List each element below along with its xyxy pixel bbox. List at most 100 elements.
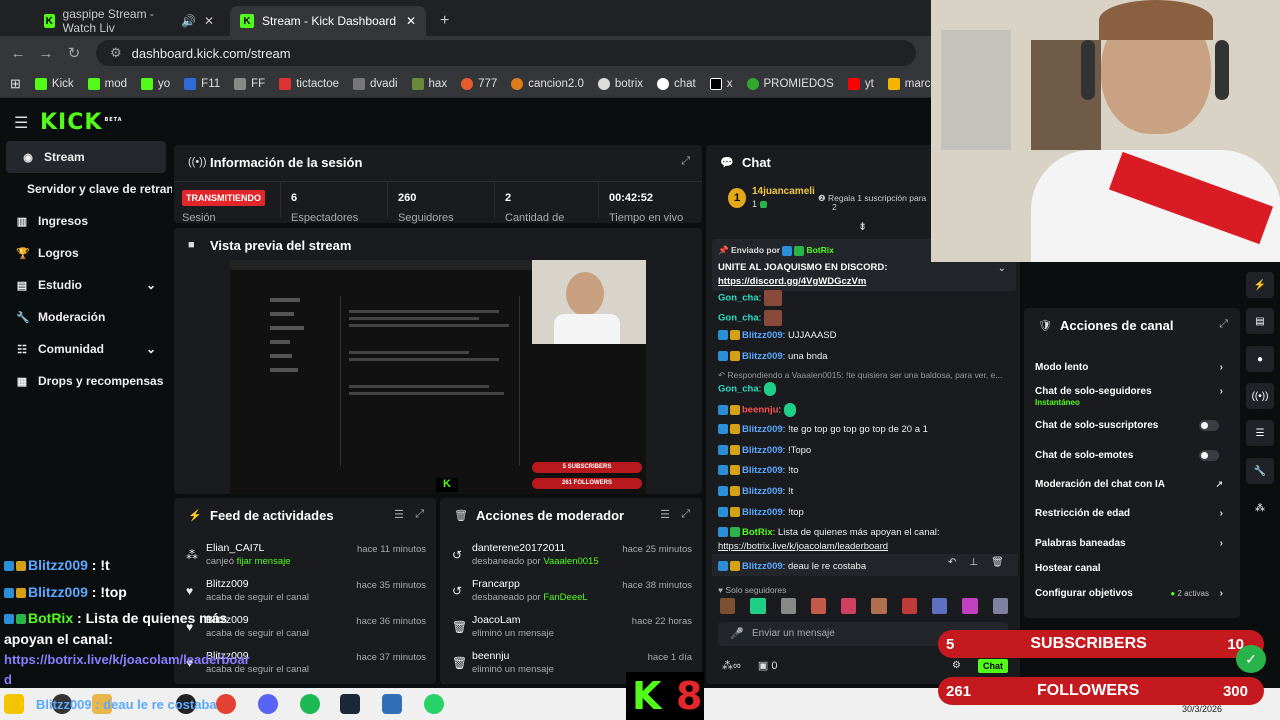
emote-button[interactable] (720, 598, 736, 614)
emote-button[interactable] (810, 598, 827, 614)
mod-user[interactable]: beennju (472, 650, 509, 662)
chat-link[interactable]: https://botrix.live/k/joacolam/leaderboa… (718, 541, 888, 552)
forward-icon[interactable]: → (32, 45, 60, 62)
chat-user[interactable]: Gon_cha (718, 384, 759, 395)
rail-notes-button[interactable]: ▤ (1246, 308, 1274, 334)
filter-icon[interactable]: ☰ (660, 508, 670, 521)
reply-icon[interactable]: ↶ (948, 557, 969, 568)
chat-user[interactable]: Blitzz009 (742, 486, 783, 497)
action-host-channel[interactable]: Hostear canal (1035, 563, 1223, 574)
emote-button[interactable] (750, 598, 766, 614)
bookmark-yt[interactable]: yt (847, 77, 874, 90)
rail-community-button[interactable]: ⁂ (1246, 495, 1274, 521)
chat-user[interactable]: Blitzz009 (742, 445, 783, 456)
rail-wrench-button[interactable]: 🔧 (1246, 458, 1274, 484)
menu-icon[interactable]: ☰ (14, 113, 28, 133)
rail-lightning-button[interactable]: ⚡ (1246, 272, 1274, 298)
speaker-icon[interactable]: 🔊 (181, 14, 196, 28)
chrome-icon[interactable] (216, 694, 236, 714)
bookmark-x[interactable]: x (709, 77, 733, 90)
action-banned-words[interactable]: Palabras baneadas › (1035, 538, 1223, 549)
bookmark-chat[interactable]: chat (657, 77, 696, 90)
chat-send-button[interactable]: Chat (978, 659, 1008, 673)
sidebar-item-moderacion[interactable]: 🔧 Moderación (0, 301, 170, 333)
start-icon[interactable] (4, 694, 24, 714)
bookmark-f11[interactable]: F11 (184, 77, 220, 90)
chat-user[interactable]: Blitzz009 (742, 351, 783, 362)
chat-user[interactable]: Blitzz009 (742, 424, 783, 435)
mod-user[interactable]: Francarpp (472, 578, 520, 590)
bookmark-tictactoe[interactable]: tictactoe (279, 77, 339, 90)
sidebar-item-server-key[interactable]: Servidor y clave de retransmisión (0, 173, 172, 205)
emote-button[interactable] (780, 598, 796, 614)
emote-button[interactable] (871, 598, 887, 614)
expand-icon[interactable]: ⤢ (681, 508, 690, 521)
action-goals[interactable]: Configurar objetivos ● 2 activas › (1035, 588, 1223, 599)
discord-icon[interactable] (258, 694, 278, 714)
back-icon[interactable]: ← (4, 45, 32, 62)
pinned-link[interactable]: https://discord.gg/4VgWDGczVm (718, 276, 866, 287)
subs-only-toggle[interactable] (1199, 420, 1219, 431)
spotify-icon[interactable] (300, 694, 320, 714)
whatsapp-icon[interactable] (424, 694, 444, 714)
emotes-only-toggle[interactable] (1199, 450, 1219, 461)
emote-button[interactable] (901, 598, 918, 614)
action-ai-moderation[interactable]: Moderación del chat con IA ↗ (1035, 479, 1223, 490)
chat-user[interactable]: Blitzz009 (742, 330, 783, 341)
stream-video[interactable]: 5 SUBSCRIBERS 261 FOLLOWERS K (230, 260, 646, 494)
bookmark-hax[interactable]: hax (411, 77, 447, 90)
sidebar-item-logros[interactable]: 🏆 Logros (0, 237, 170, 269)
sidebar-item-ingresos[interactable]: ▥ Ingresos (0, 205, 170, 237)
url-field[interactable]: ⚙ dashboard.kick.com/stream (96, 40, 916, 66)
trash-icon[interactable]: 🗑 (991, 557, 1017, 568)
expand-icon[interactable]: ⤢ (681, 155, 690, 168)
kick-logo[interactable]: KICK BETA (40, 110, 123, 135)
close-icon[interactable]: ✕ (406, 14, 416, 28)
sidebar-item-stream[interactable]: ◉ Stream (6, 141, 166, 173)
chevron-down-icon[interactable]: ⌄ (998, 263, 1006, 274)
bookmark-cancion[interactable]: cancion2.0 (511, 77, 584, 90)
sub-gift-user[interactable]: 14juancameli (752, 186, 815, 197)
site-info-icon[interactable]: ⚙ (110, 45, 122, 61)
expand-icon[interactable]: ⤢ (1219, 318, 1228, 331)
collapse-icon[interactable]: ⇟ (858, 220, 867, 233)
chat-user[interactable]: Blitzz009 (742, 465, 783, 476)
rail-layout-button[interactable]: ☰ (1246, 420, 1274, 446)
close-icon[interactable]: ✕ (204, 14, 214, 28)
bookmark-kick[interactable]: Kick (34, 77, 74, 90)
mod-user[interactable]: danterene20172011 (472, 542, 565, 554)
chat-user[interactable]: BotRix (742, 527, 773, 538)
gift-box-icon[interactable]: ▣ (758, 660, 768, 672)
sidebar-item-drops[interactable]: ▦ Drops y recompensas (0, 365, 170, 397)
bookmark-mod[interactable]: mod (87, 77, 127, 90)
mod-user[interactable]: JoacoLam (472, 614, 520, 626)
bookmark-dvadi[interactable]: dvadi (353, 77, 398, 90)
chat-user[interactable]: Gon_cha (718, 293, 759, 304)
settings-icon[interactable]: ⚙ (952, 660, 961, 671)
rail-chat-button[interactable]: ● (1246, 346, 1274, 372)
action-age-restriction[interactable]: Restricción de edad › (1035, 508, 1223, 519)
chat-user[interactable]: Blitzz009 (742, 507, 783, 518)
bookmark-ff[interactable]: FF (234, 77, 265, 90)
bookmark-promiedos[interactable]: PROMIEDOS (746, 77, 834, 90)
emote-button[interactable] (841, 598, 857, 614)
rail-broadcast-button[interactable]: ((•)) (1246, 383, 1274, 409)
bookmark-botrix[interactable]: botrix (597, 77, 643, 90)
emote-button[interactable] (962, 598, 978, 614)
store-icon[interactable] (382, 694, 402, 714)
tab-dashboard[interactable]: K Stream - Kick Dashboard ✕ (230, 6, 426, 36)
steam-icon[interactable] (340, 694, 360, 714)
action-followers-only[interactable]: Chat de solo-seguidores Instantáneo › (1035, 386, 1223, 408)
expand-icon[interactable]: ⤢ (415, 508, 424, 521)
feed-user[interactable]: Elian_CAI7L (206, 542, 264, 554)
emote-button[interactable] (992, 598, 1008, 614)
sidebar-item-comunidad[interactable]: ☷ Comunidad ⌄ (0, 333, 170, 365)
pin-icon[interactable]: ⊥ (969, 557, 991, 568)
reply-note[interactable]: ↶ Respondiendo a Vaaalen0015: !te quisie… (718, 370, 1002, 381)
bookmark-yo[interactable]: yo (141, 77, 170, 90)
chat-user[interactable]: Gon_cha (718, 313, 759, 324)
apps-icon[interactable]: ⊞ (10, 76, 21, 92)
emote-button[interactable] (932, 598, 948, 614)
feed-user[interactable]: Blitzz009 (206, 578, 249, 590)
bookmark-777[interactable]: 777 (461, 77, 497, 90)
